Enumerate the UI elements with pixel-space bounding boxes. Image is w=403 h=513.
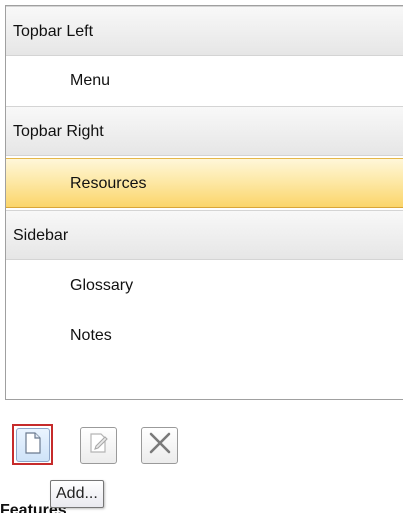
delete-button[interactable] bbox=[141, 427, 178, 464]
group-label: Topbar Left bbox=[13, 23, 94, 40]
new-page-icon bbox=[23, 431, 43, 459]
edit-page-icon bbox=[87, 431, 111, 460]
editor-panel: Topbar Left Menu Topbar Right Resources … bbox=[0, 0, 403, 513]
list-item-label: Glossary bbox=[70, 277, 134, 294]
list-item-menu[interactable]: Menu bbox=[6, 56, 403, 106]
list-item-resources[interactable]: Resources bbox=[6, 158, 403, 208]
list-item-label: Menu bbox=[70, 72, 111, 89]
list-item-label: Resources bbox=[70, 175, 147, 192]
layout-items-list[interactable]: Topbar Left Menu Topbar Right Resources … bbox=[5, 5, 403, 400]
delete-x-icon bbox=[147, 430, 173, 461]
list-item-label: Notes bbox=[70, 327, 112, 344]
add-button[interactable] bbox=[16, 428, 50, 462]
list-item-notes[interactable]: Notes bbox=[6, 311, 403, 361]
group-header-sidebar[interactable]: Sidebar bbox=[6, 210, 403, 260]
group-header-topbar-left[interactable]: Topbar Left bbox=[6, 6, 403, 56]
group-label: Sidebar bbox=[13, 227, 69, 244]
add-tooltip: Add... bbox=[50, 480, 104, 508]
group-header-topbar-right[interactable]: Topbar Right bbox=[6, 106, 403, 156]
list-item-glossary[interactable]: Glossary bbox=[6, 261, 403, 311]
edit-button[interactable] bbox=[80, 427, 117, 464]
group-label: Topbar Right bbox=[13, 123, 104, 140]
